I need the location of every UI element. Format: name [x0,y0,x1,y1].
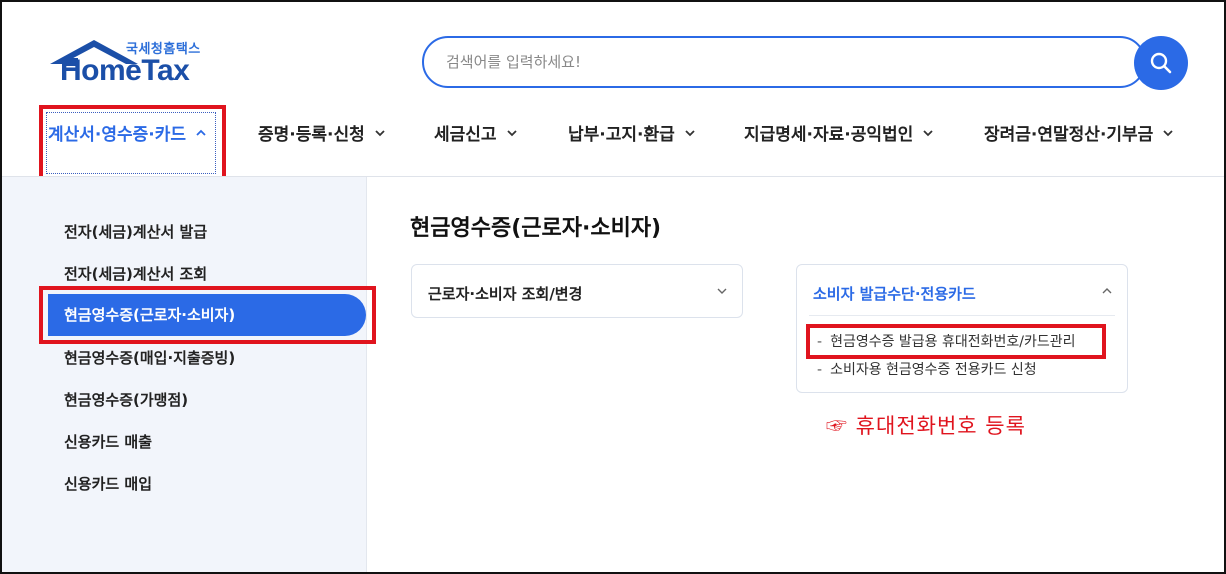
card-heading: 근로자·소비자 조회/변경 [428,285,583,303]
nav-item-payment[interactable]: 납부·고지·환급 [568,120,697,145]
sidebar: 전자(세금)계산서 발급 전자(세금)계산서 조회 현금영수증(근로자·소비자)… [0,177,367,574]
chevron-down-icon [717,288,727,294]
sidebar-item-credit-card-sales[interactable]: 신용카드 매출 [64,431,152,452]
nav-item-label: 증명·등록·신청 [258,125,365,145]
sidebar-item-einvoice-issue[interactable]: 전자(세금)계산서 발급 [64,221,207,242]
nav-item-tax-report[interactable]: 세금신고 [434,120,519,145]
card-worker-consumer-view[interactable]: 근로자·소비자 조회/변경 [411,264,743,318]
logo-name: HomeTax [60,54,190,87]
chevron-up-icon[interactable] [1101,285,1113,297]
search-input[interactable] [446,53,1086,71]
sidebar-item-einvoice-view[interactable]: 전자(세금)계산서 조회 [64,263,207,284]
nav-item-label: 지급명세·자료·공익법인 [744,125,914,145]
nav-item-label: 세금신고 [434,125,497,145]
sidebar-item-cash-receipt-expense[interactable]: 현금영수증(매입·지출증빙) [64,347,235,368]
list-item-label: 소비자용 현금영수증 전용카드 신청 [830,362,1037,378]
search-bar [422,36,1146,88]
sidebar-item-credit-card-purchase[interactable]: 신용카드 매입 [64,473,152,494]
nav-item-certificate[interactable]: 증명·등록·신청 [258,120,387,145]
card-heading[interactable]: 소비자 발급수단·전용카드 [813,283,976,304]
nav-item-incentive[interactable]: 장려금·연말정산·기부금 [984,120,1175,145]
chevron-down-icon [1163,129,1173,136]
highlight-box-sidebar [39,286,376,344]
chevron-down-icon [923,129,933,136]
sidebar-item-cash-receipt-merchant[interactable]: 현금영수증(가맹점) [64,389,188,410]
card-divider [809,315,1115,316]
chevron-down-icon [375,129,385,136]
hometax-logo[interactable]: 국세청홈택스 HomeTax [48,38,208,90]
highlight-box-nav [39,105,226,181]
chevron-down-icon [506,129,517,136]
nav-item-payment-statement[interactable]: 지급명세·자료·공익법인 [744,120,935,145]
nav-item-label: 납부·고지·환급 [568,125,675,145]
search-button[interactable] [1134,36,1188,90]
search-icon [1150,52,1172,74]
bullet-dash: - [817,362,823,378]
highlight-box-phone-card [806,324,1106,359]
nav-item-label: 장려금·연말정산·기부금 [984,125,1154,145]
chevron-down-icon [685,129,695,136]
page-title: 현금영수증(근로자·소비자) [410,216,662,241]
list-item-dedicated-card-apply[interactable]: - 소비자용 현금영수증 전용카드 신청 [817,359,1037,379]
annotation-register-phone: ☞ 휴대전화번호 등록 [826,414,1026,438]
